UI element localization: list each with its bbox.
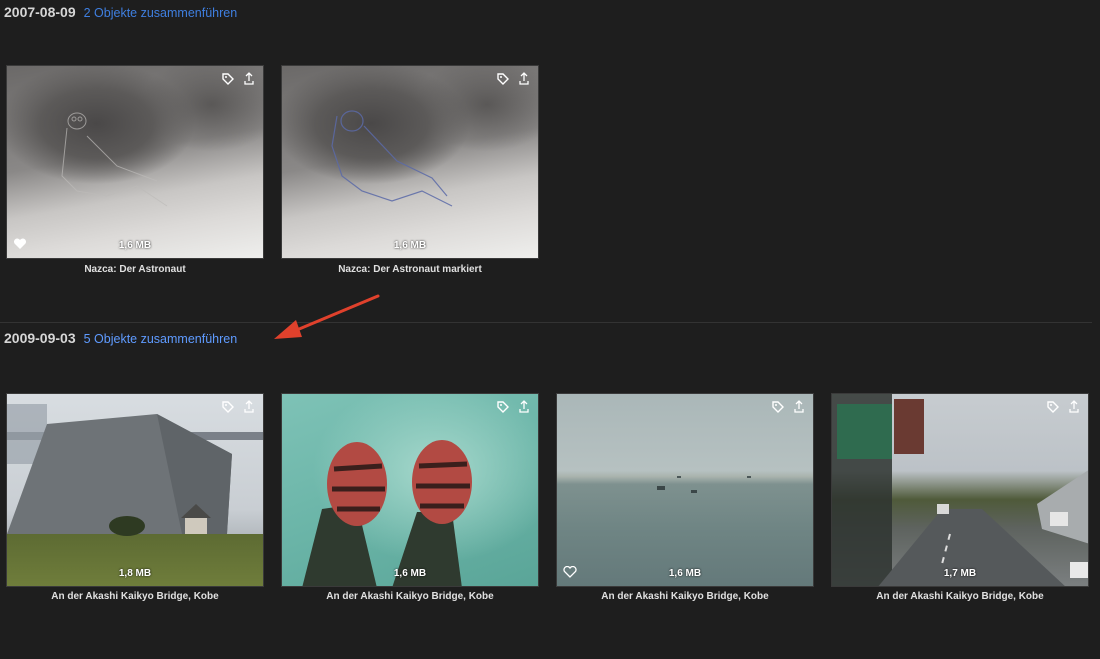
- photo-caption: An der Akashi Kaikyo Bridge, Kobe: [601, 591, 769, 602]
- group-date: 2007-08-09: [4, 4, 76, 20]
- photo-caption: Nazca: Der Astronaut: [84, 264, 186, 275]
- photo-thumbnail[interactable]: 1,6 MB: [281, 393, 539, 587]
- arrow-annotation: [274, 294, 380, 339]
- photo-image: [557, 394, 813, 586]
- file-size-label: 1,6 MB: [393, 240, 427, 251]
- tag-icon[interactable]: [221, 400, 235, 414]
- share-icon[interactable]: [1068, 400, 1080, 414]
- file-size-label: 1,6 MB: [118, 240, 152, 251]
- photo-caption: An der Akashi Kaikyo Bridge, Kobe: [876, 591, 1044, 602]
- tag-icon[interactable]: [1046, 400, 1060, 414]
- group-date: 2009-09-03: [4, 330, 76, 346]
- file-size-label: 1,7 MB: [943, 568, 977, 579]
- photo-caption: An der Akashi Kaikyo Bridge, Kobe: [51, 591, 219, 602]
- share-icon[interactable]: [518, 400, 530, 414]
- photo-thumbnail[interactable]: 1,6 MB: [6, 65, 264, 259]
- file-size-label: 1,8 MB: [118, 568, 152, 579]
- photo-thumbnail[interactable]: 1,7 MB: [831, 393, 1089, 587]
- photo-image: [7, 394, 263, 586]
- share-icon[interactable]: [243, 400, 255, 414]
- tag-icon[interactable]: [496, 72, 510, 86]
- photo-caption: An der Akashi Kaikyo Bridge, Kobe: [326, 591, 494, 602]
- file-size-label: 1,6 MB: [393, 568, 427, 579]
- group-header-2009-09-03: 2009-09-03 5 Objekte zusammenführen: [4, 330, 237, 350]
- group-separator: [0, 322, 1092, 323]
- photo-thumbnail[interactable]: 1,6 MB: [556, 393, 814, 587]
- merge-objects-link[interactable]: 5 Objekte zusammenführen: [84, 332, 238, 346]
- share-icon[interactable]: [793, 400, 805, 414]
- photo-thumbnail[interactable]: 1,6 MB: [281, 65, 539, 259]
- merge-objects-link[interactable]: 2 Objekte zusammenführen: [84, 6, 238, 20]
- tag-icon[interactable]: [771, 400, 785, 414]
- tag-icon[interactable]: [221, 72, 235, 86]
- photo-thumbnail[interactable]: 1,8 MB: [6, 393, 264, 587]
- photo-image: [7, 66, 263, 258]
- photo-image: [282, 66, 538, 258]
- group-header-2007-08-09: 2007-08-09 2 Objekte zusammenführen: [4, 4, 237, 24]
- tag-icon[interactable]: [496, 400, 510, 414]
- file-size-label: 1,6 MB: [668, 568, 702, 579]
- photo-image: [832, 394, 1088, 586]
- photo-image: [282, 394, 538, 586]
- share-icon[interactable]: [518, 72, 530, 86]
- share-icon[interactable]: [243, 72, 255, 86]
- photo-caption: Nazca: Der Astronaut markiert: [338, 264, 482, 275]
